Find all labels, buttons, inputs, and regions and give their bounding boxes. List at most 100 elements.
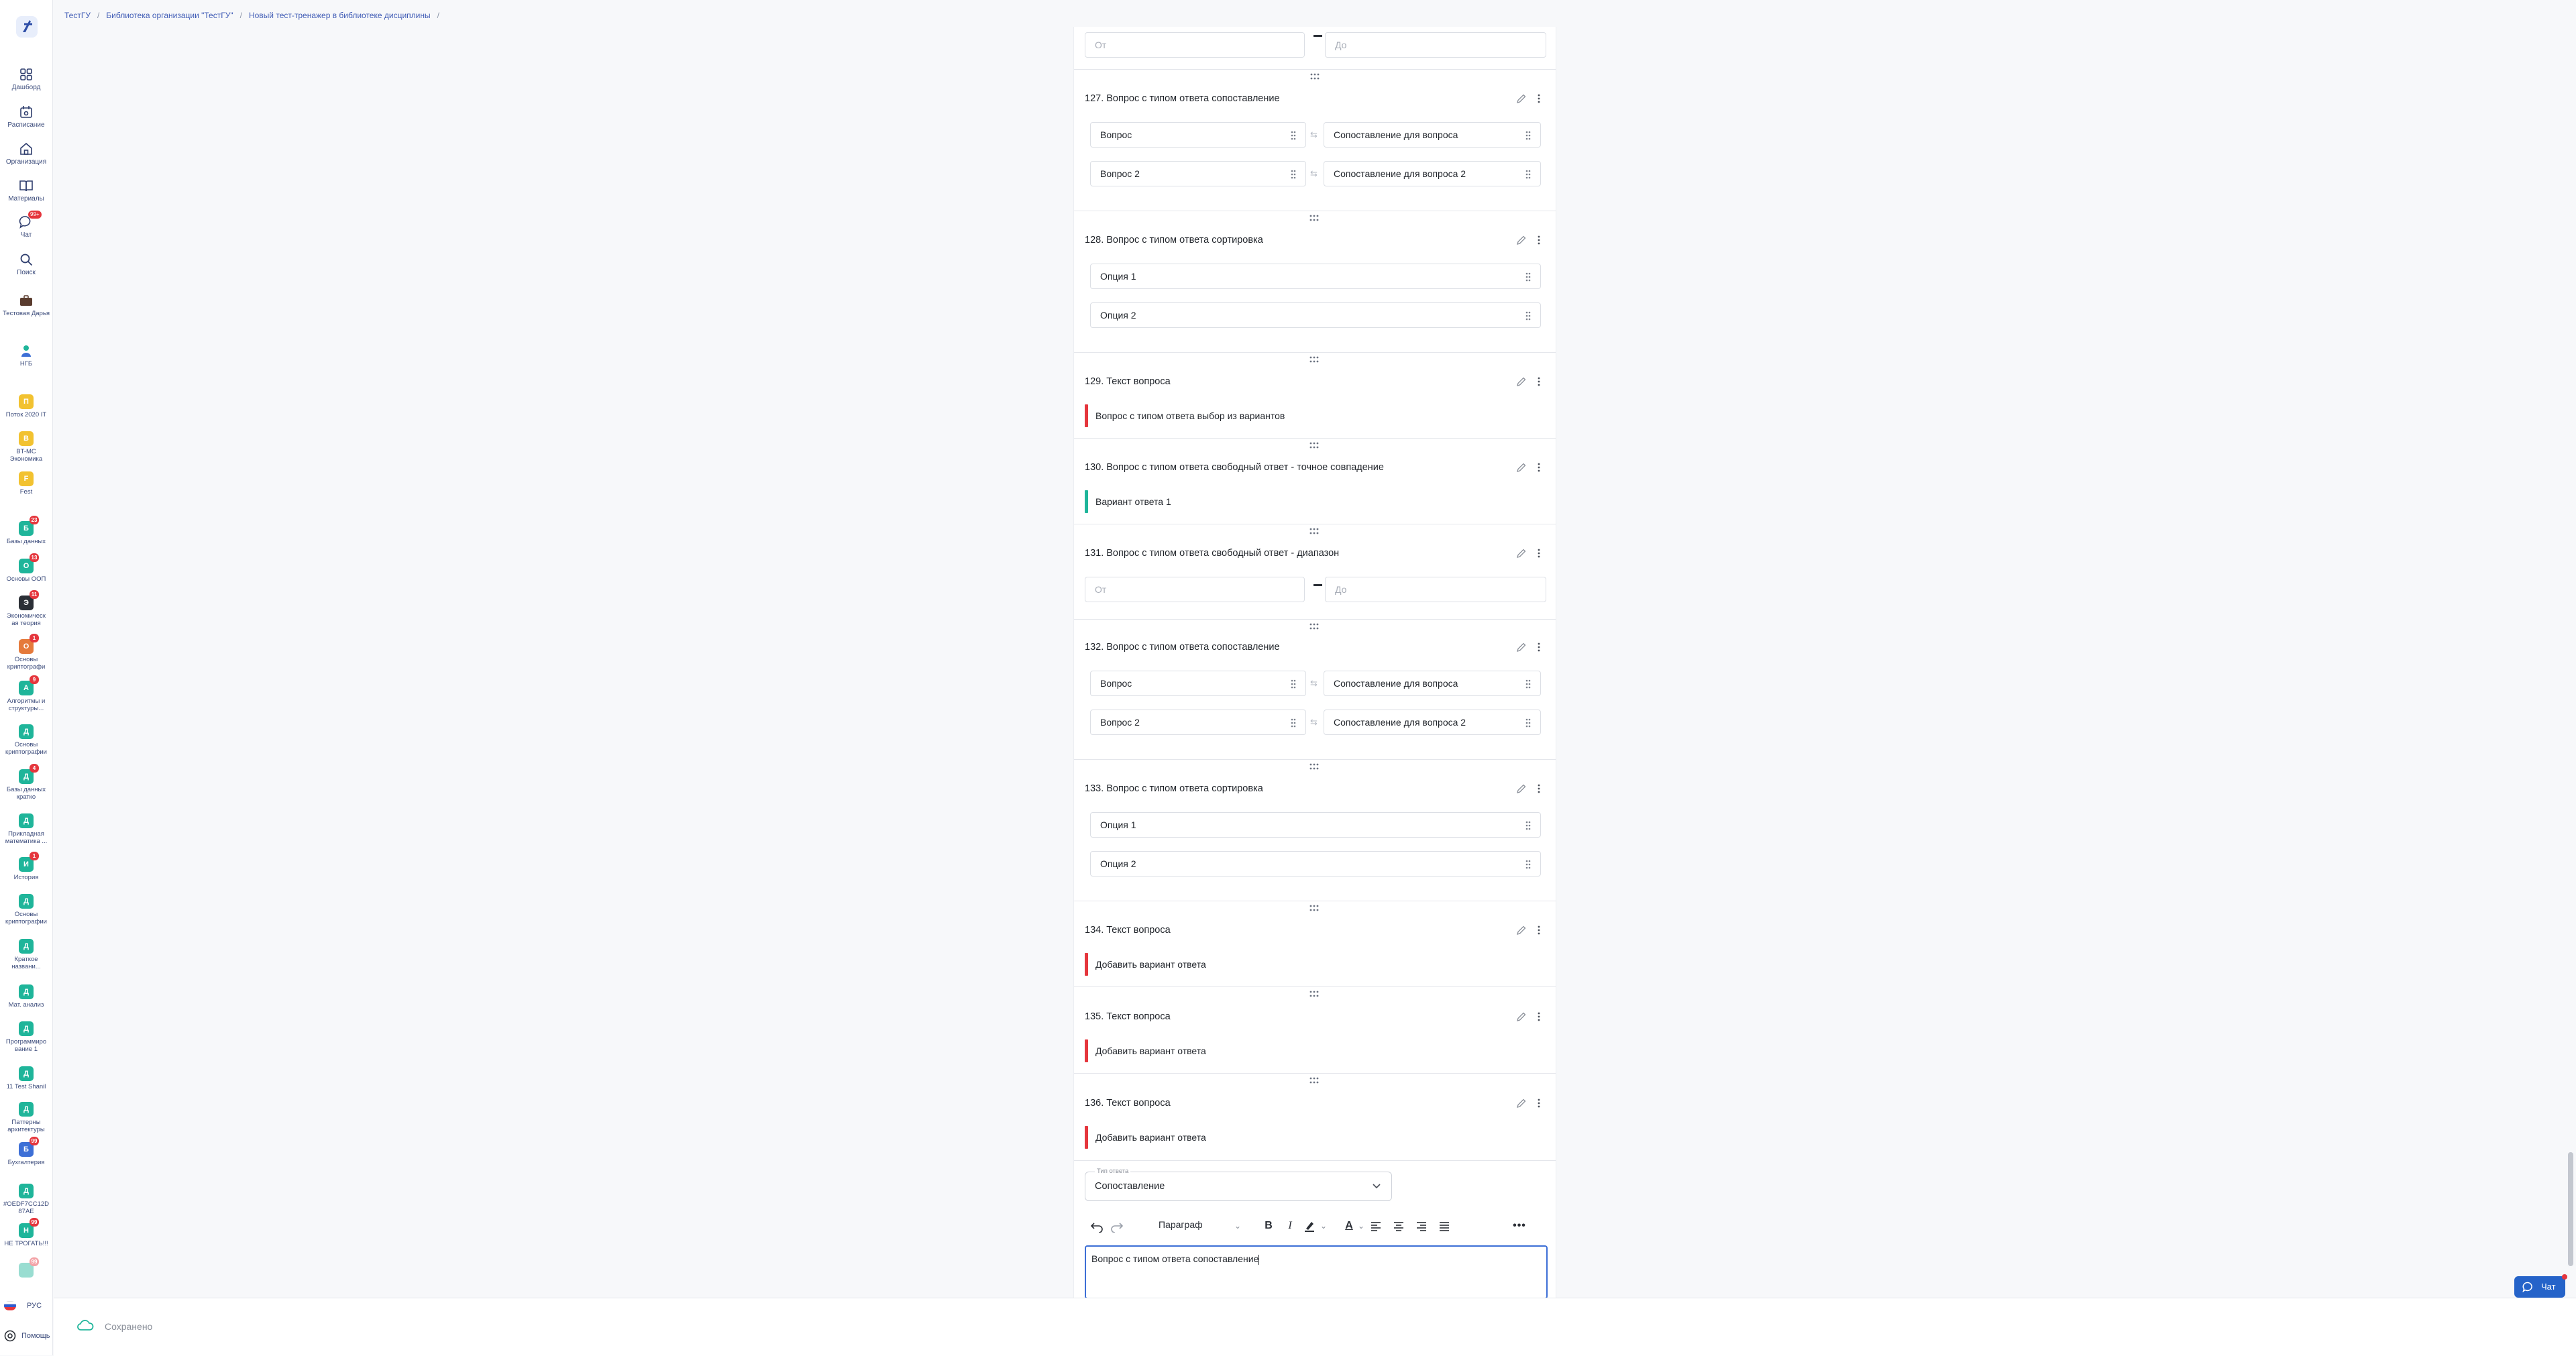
sort-option-input[interactable]: Опция 1: [1090, 812, 1541, 838]
sort-option-input[interactable]: Опция 2: [1090, 302, 1541, 328]
breadcrumb-item[interactable]: Новый тест-тренажер в библиотеке дисципл…: [249, 11, 431, 20]
answer-option[interactable]: Добавить вариант ответа: [1085, 1039, 1552, 1062]
more-options-icon[interactable]: •••: [1513, 1219, 1526, 1233]
grip-icon[interactable]: [1525, 311, 1531, 321]
more-vertical-icon[interactable]: [1534, 462, 1544, 473]
sidebar-course-item[interactable]: П Поток 2020 IT: [0, 394, 52, 418]
grip-icon[interactable]: [1525, 272, 1531, 282]
sidebar-course-item[interactable]: И 1 История: [0, 852, 52, 881]
matching-right-input[interactable]: Сопоставление для вопроса: [1324, 671, 1541, 696]
align-center-icon[interactable]: [1392, 1219, 1405, 1233]
italic-icon[interactable]: I: [1283, 1219, 1297, 1233]
sidebar-course-item[interactable]: Д Прикладная математика ...: [0, 813, 52, 845]
sidebar-course-item[interactable]: Д Мат. анализ: [0, 984, 52, 1009]
edit-pencil-icon[interactable]: [1516, 642, 1527, 653]
more-vertical-icon[interactable]: [1534, 783, 1544, 794]
more-vertical-icon[interactable]: [1534, 93, 1544, 104]
sidebar-course-item[interactable]: Б 23 Базы данных: [0, 516, 52, 545]
sidebar-item-profile[interactable]: Тестовая Дарья: [0, 293, 52, 317]
paragraph-style-select[interactable]: Параграф: [1159, 1219, 1203, 1230]
sort-option-input[interactable]: Опция 1: [1090, 264, 1541, 289]
grip-icon[interactable]: [1525, 679, 1531, 689]
sidebar-course-item[interactable]: А 9 Алгоритмы и структуры...: [0, 675, 52, 712]
sidebar-course-item[interactable]: О 1 Основы криптографи: [0, 634, 52, 671]
scrollbar-thumb[interactable]: [2568, 1152, 2573, 1266]
sidebar-item-home[interactable]: Организация: [0, 142, 52, 166]
breadcrumb-item[interactable]: ТестГУ: [64, 11, 91, 20]
grip-icon[interactable]: [1525, 821, 1531, 830]
matching-left-input[interactable]: Вопрос 2: [1090, 710, 1306, 735]
grip-icon[interactable]: [1291, 679, 1296, 689]
sidebar-course-item[interactable]: О 13 Основы ООП: [0, 553, 52, 583]
text-color-icon[interactable]: A: [1342, 1219, 1356, 1233]
drag-handle-icon[interactable]: [1308, 442, 1320, 449]
grip-icon[interactable]: [1525, 131, 1531, 140]
grip-icon[interactable]: [1525, 860, 1531, 869]
drag-handle-icon[interactable]: [1308, 215, 1320, 221]
matching-left-input[interactable]: Вопрос 2: [1090, 161, 1306, 186]
sidebar-course-item[interactable]: Д Паттерны архитектуры: [0, 1102, 52, 1133]
sidebar-course-item[interactable]: Д Программиро вание 1: [0, 1021, 52, 1053]
sidebar-course-item[interactable]: Д Основы криптографии: [0, 894, 52, 925]
more-vertical-icon[interactable]: [1534, 376, 1544, 387]
matching-right-input[interactable]: Сопоставление для вопроса 2: [1324, 710, 1541, 735]
range-from-input[interactable]: От: [1085, 32, 1305, 58]
edit-pencil-icon[interactable]: [1516, 1011, 1527, 1022]
answer-option[interactable]: Вариант ответа 1: [1085, 490, 1552, 513]
sidebar-course-item[interactable]: Н 99 НЕ ТРОГАТЬ!!!: [0, 1218, 52, 1247]
sidebar-item-book[interactable]: Материалы: [0, 178, 52, 203]
edit-pencil-icon[interactable]: [1516, 925, 1527, 936]
answer-type-select[interactable]: Тип ответа Сопоставление: [1085, 1168, 1392, 1201]
grip-icon[interactable]: [1291, 170, 1296, 179]
more-vertical-icon[interactable]: [1534, 235, 1544, 245]
sidebar-course-item[interactable]: В BT-MC Экономика: [0, 431, 52, 463]
sidebar-item-profile[interactable]: НГБ: [0, 343, 52, 368]
grip-icon[interactable]: [1291, 718, 1296, 728]
bold-icon[interactable]: B: [1262, 1219, 1275, 1233]
matching-left-input[interactable]: Вопрос: [1090, 122, 1306, 148]
answer-option[interactable]: Добавить вариант ответа: [1085, 953, 1552, 976]
sidebar-course-item[interactable]: Д Основы криптографии: [0, 724, 52, 756]
align-right-icon[interactable]: [1415, 1219, 1428, 1233]
sidebar-course-item[interactable]: Д 11 Test Shanil: [0, 1066, 52, 1090]
more-vertical-icon[interactable]: [1534, 925, 1544, 936]
edit-pencil-icon[interactable]: [1516, 235, 1527, 245]
matching-right-input[interactable]: Сопоставление для вопроса: [1324, 122, 1541, 148]
redo-icon[interactable]: [1110, 1219, 1124, 1233]
drag-handle-icon[interactable]: [1308, 356, 1320, 363]
highlight-icon[interactable]: [1303, 1219, 1317, 1233]
sidebar-item-search[interactable]: Поиск: [0, 252, 52, 277]
grip-icon[interactable]: [1291, 131, 1296, 140]
sidebar-course-item[interactable]: Д Краткое названи...: [0, 939, 52, 970]
more-vertical-icon[interactable]: [1534, 1098, 1544, 1109]
drag-handle-icon[interactable]: [1308, 905, 1320, 911]
sidebar-course-item[interactable]: Э 11 Экономическ ая теория: [0, 590, 52, 627]
app-logo[interactable]: [15, 15, 39, 39]
grip-icon[interactable]: [1525, 170, 1531, 179]
edit-pencil-icon[interactable]: [1516, 462, 1527, 473]
answer-option[interactable]: Вопрос с типом ответа выбор из вариантов: [1085, 404, 1552, 427]
edit-pencil-icon[interactable]: [1516, 376, 1527, 387]
drag-handle-icon[interactable]: [1308, 1077, 1320, 1084]
range-to-input[interactable]: До: [1325, 32, 1546, 58]
matching-left-input[interactable]: Вопрос: [1090, 671, 1306, 696]
align-left-icon[interactable]: [1369, 1219, 1383, 1233]
matching-right-input[interactable]: Сопоставление для вопроса 2: [1324, 161, 1541, 186]
edit-pencil-icon[interactable]: [1516, 548, 1527, 559]
question-text-editor[interactable]: Вопрос с типом ответа сопоставление: [1085, 1245, 1548, 1299]
align-justify-icon[interactable]: [1438, 1219, 1451, 1233]
sidebar-course-item[interactable]: Д #OEDF7CC12D 87AE: [0, 1184, 52, 1215]
sidebar-course-item[interactable]: 99: [0, 1257, 52, 1280]
sidebar-item-dashboard[interactable]: Дашборд: [0, 67, 52, 92]
grip-icon[interactable]: [1525, 718, 1531, 728]
sidebar-item-calendar[interactable]: Расписание: [0, 105, 52, 129]
edit-pencil-icon[interactable]: [1516, 783, 1527, 794]
sidebar-course-item[interactable]: Д 4 Базы данных кратко: [0, 764, 52, 801]
range-from-input[interactable]: От: [1085, 577, 1305, 602]
drag-handle-icon[interactable]: [1308, 991, 1320, 997]
chat-button[interactable]: Чат: [2514, 1274, 2567, 1298]
edit-pencil-icon[interactable]: [1516, 93, 1527, 104]
breadcrumb-item[interactable]: Библиотека организации "ТестГУ": [106, 11, 233, 20]
more-vertical-icon[interactable]: [1534, 548, 1544, 559]
undo-icon[interactable]: [1090, 1219, 1104, 1233]
